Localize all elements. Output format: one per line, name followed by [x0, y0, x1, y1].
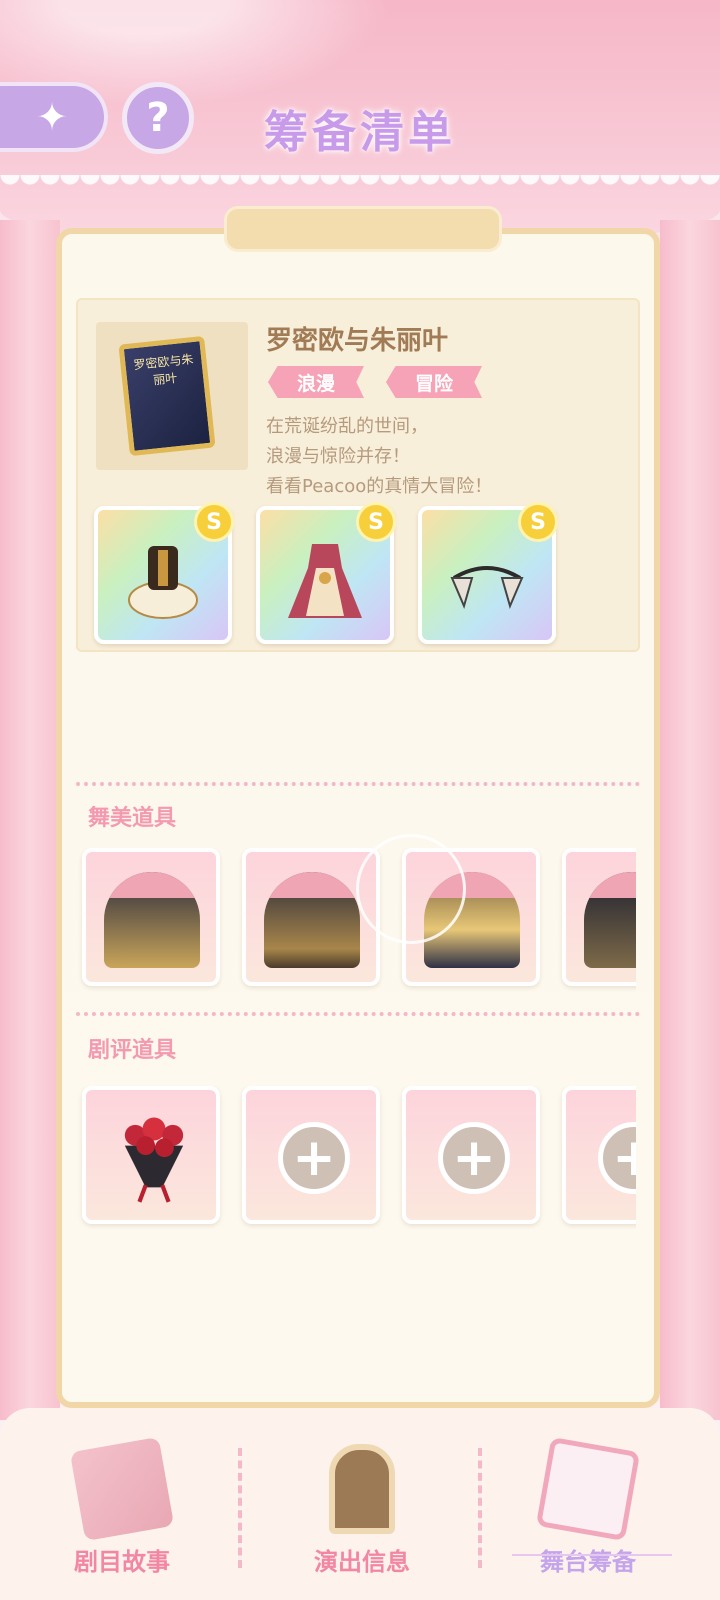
help-button[interactable]: ?	[122, 82, 194, 154]
nav-label: 演出信息	[314, 1548, 410, 1576]
stage-props-label: 舞美道具	[88, 806, 177, 831]
rank-s-badge: S	[194, 502, 234, 542]
nav-play-story[interactable]: 剧目故事	[22, 1420, 222, 1590]
back-button[interactable]: ✦	[0, 82, 108, 152]
nav-separator	[478, 1448, 482, 1568]
play-description-line: 看看Peacoo的真情大冒险！	[266, 476, 493, 497]
play-description-line: 浪漫与惊险并存！	[266, 446, 410, 467]
panel-top-tab	[224, 206, 502, 252]
active-tab-underline	[512, 1554, 672, 1556]
outfit-slot-3[interactable]: S	[418, 502, 558, 644]
notice-board-icon	[329, 1444, 395, 1534]
stage-scene-icon	[104, 872, 200, 968]
stage-scene-icon	[584, 872, 636, 968]
outfit-slot-1[interactable]: S	[94, 502, 234, 644]
outfit-top-icon	[128, 546, 198, 619]
empty-review-slot[interactable]: +	[562, 1086, 636, 1224]
rank-s-badge: S	[518, 502, 558, 542]
review-props-label: 剧评道具	[88, 1038, 177, 1063]
tag-romance: 浪漫	[268, 366, 364, 398]
review-props-list: + + +	[76, 1086, 636, 1230]
empty-review-slot[interactable]: +	[242, 1086, 380, 1224]
clipboard-icon	[535, 1436, 641, 1542]
rose-bouquet-icon	[124, 1117, 184, 1203]
section-divider	[76, 782, 640, 786]
tag-adventure: 冒险	[386, 366, 482, 398]
review-prop-card[interactable]	[82, 1086, 220, 1224]
stage-prop-card[interactable]	[82, 848, 220, 986]
nav-performance-info[interactable]: 演出信息	[262, 1420, 462, 1590]
play-cover-book[interactable]: 罗密欧与朱丽叶	[118, 335, 216, 457]
play-name: 罗密欧与朱丽叶	[266, 326, 449, 356]
outfit-slot-2[interactable]: S	[256, 502, 396, 644]
add-icon: +	[438, 1122, 510, 1194]
sparkle-back-icon: ✦	[36, 95, 68, 139]
right-curtain	[660, 220, 720, 1420]
rank-s-badge: S	[356, 502, 396, 542]
story-book-icon	[69, 1436, 175, 1542]
section-divider	[76, 1012, 640, 1016]
play-description-line: 在荒诞纷乱的世间，	[266, 416, 428, 437]
help-icon: ?	[146, 95, 170, 141]
nav-label: 舞台筹备	[540, 1548, 636, 1576]
add-icon: +	[598, 1122, 636, 1194]
stage-scene-icon	[264, 872, 360, 968]
left-curtain	[0, 220, 60, 1420]
add-icon: +	[278, 1122, 350, 1194]
cover-title: 罗密欧与朱丽叶	[132, 352, 195, 388]
nav-stage-preparation[interactable]: 舞台筹备	[488, 1420, 688, 1590]
page-title: 筹备清单	[264, 107, 456, 158]
stage-props-list	[76, 848, 636, 992]
nav-label: 剧目故事	[74, 1548, 170, 1576]
nav-separator	[238, 1448, 242, 1568]
hair-accessory-icon	[450, 566, 524, 609]
empty-review-slot[interactable]: +	[402, 1086, 540, 1224]
dress-icon	[288, 544, 362, 618]
stage-prop-card[interactable]	[562, 848, 636, 986]
selection-ring	[356, 834, 466, 944]
